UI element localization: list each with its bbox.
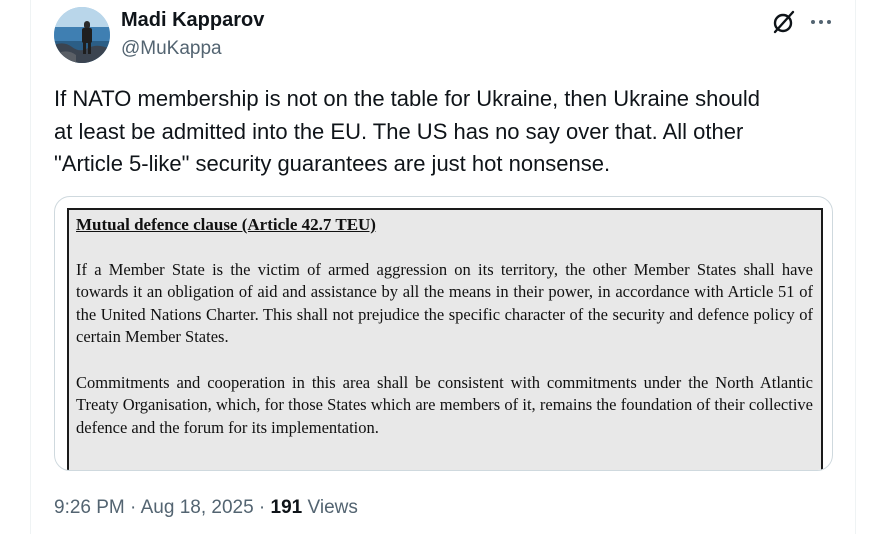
- document-paragraph: Commitments and cooperation in this area…: [76, 372, 813, 437]
- more-horizontal-icon[interactable]: [807, 8, 835, 36]
- timestamp-time[interactable]: 9:26 PM: [54, 497, 125, 518]
- author-name[interactable]: Madi Kapparov: [121, 9, 264, 32]
- document-excerpt: Mutual defence clause (Article 42.7 TEU)…: [67, 208, 823, 470]
- media-image[interactable]: Mutual defence clause (Article 42.7 TEU)…: [54, 196, 833, 471]
- author-handle[interactable]: @MuKappa: [121, 38, 222, 60]
- tweet-card: Madi Kapparov @MuKappa If NATO membershi…: [30, 0, 856, 534]
- grok-slash-circle-icon[interactable]: [771, 9, 797, 35]
- document-heading: Mutual defence clause (Article 42.7 TEU): [76, 215, 376, 234]
- views-count: 191: [270, 497, 303, 518]
- tweet-text: If NATO membership is not on the table f…: [54, 86, 760, 176]
- avatar[interactable]: [54, 7, 110, 63]
- separator: ·: [253, 497, 271, 518]
- avatar-image: [54, 7, 110, 63]
- document-paragraph: If a Member State is the victim of armed…: [76, 259, 813, 347]
- tweet-meta: 9:26 PM · Aug 18, 2025 · 191 Views: [54, 497, 358, 519]
- separator: ·: [124, 497, 141, 518]
- timestamp-date[interactable]: Aug 18, 2025: [141, 497, 254, 518]
- views-label: Views: [302, 497, 358, 518]
